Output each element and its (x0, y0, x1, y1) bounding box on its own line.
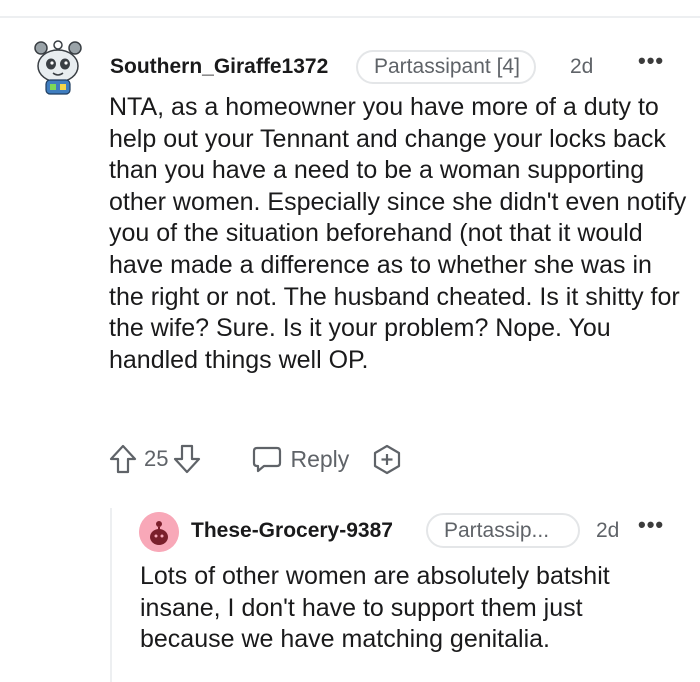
comment-body: NTA, as a homeowner you have more of a d… (109, 93, 687, 374)
arrow-up-icon[interactable] (108, 443, 138, 475)
user-flair: Partassipant [4] (356, 50, 536, 84)
speech-bubble-icon (252, 444, 282, 474)
reply-more-options-icon[interactable]: ••• (638, 514, 664, 536)
top-divider (0, 16, 700, 18)
reply-user-avatar[interactable] (139, 512, 179, 552)
reply-button[interactable]: Reply (252, 444, 349, 474)
reply-timestamp[interactable]: 2d (596, 519, 619, 543)
comment-actions: 25 Reply (108, 440, 403, 478)
vote-count: 25 (144, 446, 169, 471)
default-snoo-icon (139, 512, 179, 552)
comment-timestamp[interactable]: 2d (570, 55, 593, 79)
thread-line[interactable] (110, 508, 112, 682)
award-plus-icon[interactable] (371, 443, 403, 475)
reply-user-flair: Partassip... (426, 513, 580, 548)
snoo-avatar-icon (34, 40, 82, 95)
user-avatar[interactable] (32, 40, 84, 96)
reply-author[interactable]: These-Grocery-9387 (191, 519, 393, 543)
comment-author[interactable]: Southern_Giraffe1372 (110, 55, 328, 79)
arrow-down-icon[interactable] (172, 443, 202, 475)
reply-body: Lots of other women are absolutely batsh… (140, 562, 610, 654)
reply-label: Reply (290, 445, 350, 472)
more-options-icon[interactable]: ••• (638, 50, 664, 72)
